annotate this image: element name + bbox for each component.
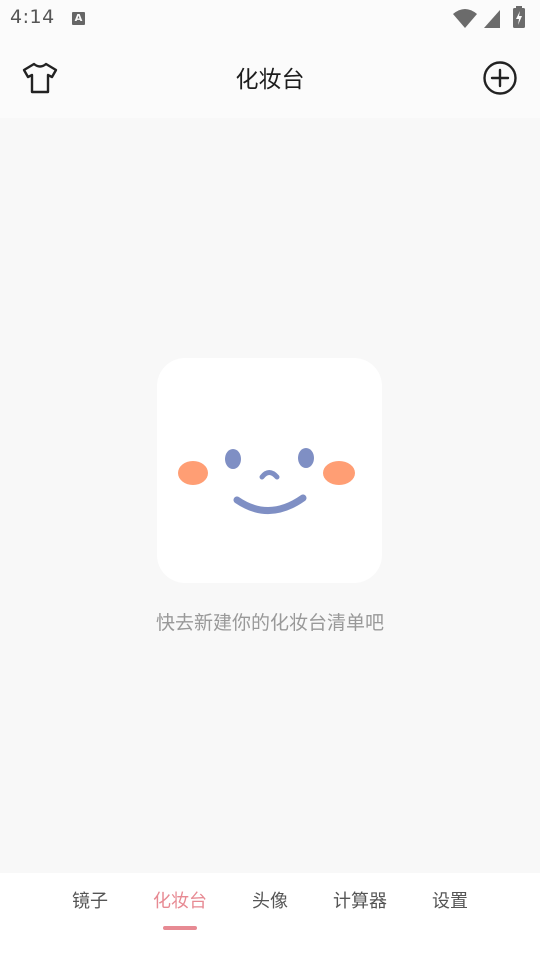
nav-item-avatar[interactable]: 头像 bbox=[225, 873, 315, 960]
nav-label: 设置 bbox=[432, 891, 468, 912]
bottom-nav: 镜子 化妆台 头像 计算器 设置 bbox=[0, 873, 540, 960]
nav-item-vanity[interactable]: 化妆台 bbox=[135, 873, 225, 960]
main-content: 快去新建你的化妆台清单吧 bbox=[0, 118, 540, 873]
toolbar: 化妆台 bbox=[0, 38, 540, 118]
nav-item-settings[interactable]: 设置 bbox=[405, 873, 495, 960]
nav-label: 化妆台 bbox=[153, 891, 207, 912]
nav-label: 头像 bbox=[252, 891, 288, 912]
smiling-face-icon bbox=[178, 448, 355, 514]
nav-label: 镜子 bbox=[72, 891, 108, 912]
status-time: 4:14 bbox=[10, 6, 55, 28]
battery-charging-icon bbox=[513, 6, 525, 28]
nav-label: 计算器 bbox=[333, 891, 387, 912]
status-bar: 4:14 A bbox=[0, 0, 540, 38]
nav-item-calculator[interactable]: 计算器 bbox=[315, 873, 405, 960]
nav-item-mirror[interactable]: 镜子 bbox=[45, 873, 135, 960]
active-tab-indicator bbox=[163, 926, 197, 930]
empty-state-card bbox=[157, 358, 382, 583]
empty-state-message: 快去新建你的化妆台清单吧 bbox=[155, 612, 384, 634]
add-button[interactable] bbox=[480, 58, 520, 98]
page-title: 化妆台 bbox=[235, 67, 305, 93]
wifi-icon bbox=[453, 9, 477, 28]
system-icons bbox=[452, 6, 532, 30]
notification-a-icon: A bbox=[72, 12, 85, 25]
add-circle-icon bbox=[483, 61, 517, 95]
cellular-signal-icon bbox=[484, 10, 500, 28]
